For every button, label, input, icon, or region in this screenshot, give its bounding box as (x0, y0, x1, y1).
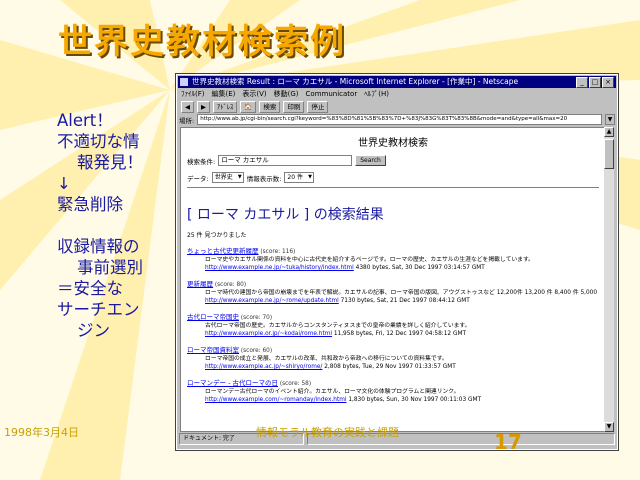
divider (187, 187, 599, 188)
toolbar-button[interactable]: 🏠 (240, 101, 257, 113)
result-score: (score: 80) (214, 282, 247, 288)
bullet-line: 収録情報の (57, 237, 140, 256)
scroll-down-button[interactable]: ▼ (604, 422, 614, 432)
result-item: ローマ帝国資料室 (score: 60) ローマ帝国の成立と発展、カエサルの改革、… (187, 346, 597, 371)
result-meta: 4380 bytes, Sat, 30 Dec 1997 03:14:57 GM… (355, 265, 485, 271)
menu-bar: ﾌｧｲﾙ(F) 編集(E) 表示(V) 移動(G) Communicator ﾍﾙﾌﾟ(H… (179, 89, 615, 100)
bullet-line: 不適切な情 (57, 132, 140, 151)
search-label: 検索条件: (187, 157, 216, 166)
menu-item[interactable]: 移動(G) (274, 89, 299, 100)
result-title-link[interactable]: ローマンデー - 古代ローマの日 (187, 379, 278, 387)
page-number: 17 (494, 430, 522, 454)
menu-item[interactable]: ﾌｧｲﾙ(F) (181, 89, 205, 100)
result-url-link[interactable]: http://www.example.ne.jp/~tuka/history/i… (205, 265, 354, 271)
bullet-line: サーチエン (57, 300, 140, 319)
address-input[interactable]: http://www.ab.jp/cgi-bin/search.cgi?keyw… (197, 114, 602, 125)
result-description: ローマ帝国の成立と発展、カエサルの改革、共和政から帝政への移行についての資料集で… (205, 356, 448, 362)
bullet-line (57, 215, 175, 236)
data-select[interactable]: 世界史 (211, 172, 244, 183)
result-url-link[interactable]: http://www.example.ac.jp/~shiryo/rome/ (205, 364, 322, 370)
bullet-line: 事前選別 (77, 258, 143, 277)
result-meta: 11,958 bytes, Fri, 12 Dec 1997 04:58:12 … (333, 331, 466, 337)
result-item: 古代ローマ帝国史 (score: 70) 古代ローマ帝国の歴史。カエサルからコンス… (187, 313, 597, 338)
toolbar-button[interactable]: ▶ (197, 101, 210, 113)
footer-title: 情報モラル教育の実践と課題 (256, 426, 399, 439)
menu-item[interactable]: ﾍﾙﾌﾟ(H) (364, 89, 389, 100)
toolbar-button[interactable]: ｱﾄﾞﾚｽ (213, 101, 238, 113)
browser-app-icon (180, 78, 188, 86)
page-heading: 世界史教材検索 (358, 138, 428, 149)
toolbar-button[interactable]: 検索 (259, 101, 281, 113)
toolbar: ◀ ▶ ｱﾄﾞﾚｽ 🏠 検索 印刷 停止 (179, 100, 615, 114)
result-description: ローマ時代の建国から帝国の崩壊までを年表で解説。カエサルの記事、ローマ帝国の版図… (205, 290, 597, 296)
vertical-scrollbar[interactable]: ▲ ▼ (604, 127, 614, 432)
search-row: 検索条件: ローマ カエサル Search (187, 155, 605, 166)
result-url-link[interactable]: http://www.example.or.jp/~kodai/rome.htm… (205, 331, 332, 337)
result-item: ローマンデー - 古代ローマの日 (score: 58) ローマンデー古代ローマの… (187, 379, 597, 404)
close-button[interactable]: × (602, 77, 614, 88)
address-label: 場所: (179, 116, 195, 125)
result-title-link[interactable]: 更新履歴 (187, 280, 213, 288)
result-title-link[interactable]: 古代ローマ帝国史 (187, 313, 239, 321)
options-row: データ: 世界史 情報表示数: 20 件 (187, 172, 605, 183)
page-content: 世界史教材検索 検索条件: ローマ カエサル Search データ: 世界史 情… (180, 127, 606, 432)
bullet-line: 報発見！ (77, 153, 143, 172)
maximize-button[interactable]: □ (589, 77, 601, 88)
results-heading: [ ローマ カエサル ] の検索結果 (187, 207, 384, 223)
browser-title: 世界史教材検索 Result : ローマ カエサル - Microsoft In… (192, 77, 519, 86)
toolbar-button[interactable]: ◀ (181, 101, 194, 113)
result-meta: 2,808 bytes, Tue, 29 Nov 1997 01:33:57 G… (324, 364, 456, 370)
bullet-line: ＝安全な (57, 279, 123, 298)
result-item: 更新履歴 (score: 80) ローマ時代の建国から帝国の崩壊までを年表で解説。… (187, 280, 597, 305)
result-score: (score: 70) (240, 315, 273, 321)
minimize-button[interactable]: _ (576, 77, 588, 88)
result-score: (score: 60) (240, 348, 273, 354)
result-title-link[interactable]: ローマ帝国資料室 (187, 346, 239, 354)
bullet-line: ↓ (57, 174, 71, 193)
result-score: (score: 58) (279, 381, 312, 387)
search-input[interactable]: ローマ カエサル (218, 155, 353, 166)
menu-item[interactable]: 編集(E) (212, 89, 236, 100)
info-count-label: 情報表示数: (246, 174, 282, 183)
bullet-line: ジン (77, 321, 110, 340)
result-meta: 7130 bytes, Sat, 21 Dec 1997 08:44:12 GM… (340, 298, 470, 304)
result-title-link[interactable]: ちょっと古代史更新履歴 (187, 247, 259, 255)
footer-date: 1998年3月4日 (4, 426, 79, 439)
result-item: ちょっと古代史更新履歴 (score: 116) ローマ史やカエサル関係の資料を中… (187, 247, 597, 272)
bullet-line: Alert！ (57, 111, 113, 130)
result-description: ローマ史やカエサル関係の資料を中心に古代史を紹介するページです。ローマの歴史、カ… (205, 257, 534, 263)
scroll-up-button[interactable]: ▲ (604, 127, 614, 137)
bullet-list: Alert！ 不適切な情報発見！ ↓ 緊急削除収録情報の事前選別 ＝安全なサーチエンジン (57, 110, 175, 341)
bullet-line: 緊急削除 (57, 195, 123, 214)
search-button[interactable]: Search (355, 155, 386, 166)
result-meta: 1,830 bytes, Sun, 30 Nov 1997 00:11:03 G… (348, 397, 482, 403)
menu-item[interactable]: Communicator (306, 89, 358, 100)
result-description: 古代ローマ帝国の歴史。カエサルからコンスタンティヌスまでの皇帝の業績を詳しく紹介… (205, 323, 471, 329)
scroll-thumb[interactable] (604, 139, 614, 169)
menu-item[interactable]: 表示(V) (242, 89, 266, 100)
browser-titlebar: 世界史教材検索 Result : ローマ カエサル - Microsoft In… (178, 76, 616, 88)
toolbar-button[interactable]: 印刷 (283, 101, 305, 113)
browser-window: 世界史教材検索 Result : ローマ カエサル - Microsoft In… (175, 73, 619, 451)
slide-title: 世界史教材検索例 (58, 22, 346, 62)
result-score: (score: 116) (260, 249, 296, 255)
results-list: ちょっと古代史更新履歴 (score: 116) ローマ史やカエサル関係の資料を中… (181, 247, 605, 404)
address-bar: 場所: http://www.ab.jp/cgi-bin/search.cgi?… (179, 114, 615, 125)
results-count: 25 件 見つかりました (187, 232, 247, 239)
result-url-link[interactable]: http://www.example.ne.jp/~rome/update.ht… (205, 298, 339, 304)
result-url-link[interactable]: http://www.example.com/~romanday/index.h… (205, 397, 346, 403)
result-description: ローマンデー古代ローマのイベント紹介。カエサル、ローマ文化の体験プログラムと関連… (205, 389, 460, 395)
address-dropdown-button[interactable]: ▼ (605, 114, 615, 125)
toolbar-button[interactable]: 停止 (307, 101, 329, 113)
info-count-select[interactable]: 20 件 (284, 172, 314, 183)
data-label: データ: (187, 174, 209, 183)
